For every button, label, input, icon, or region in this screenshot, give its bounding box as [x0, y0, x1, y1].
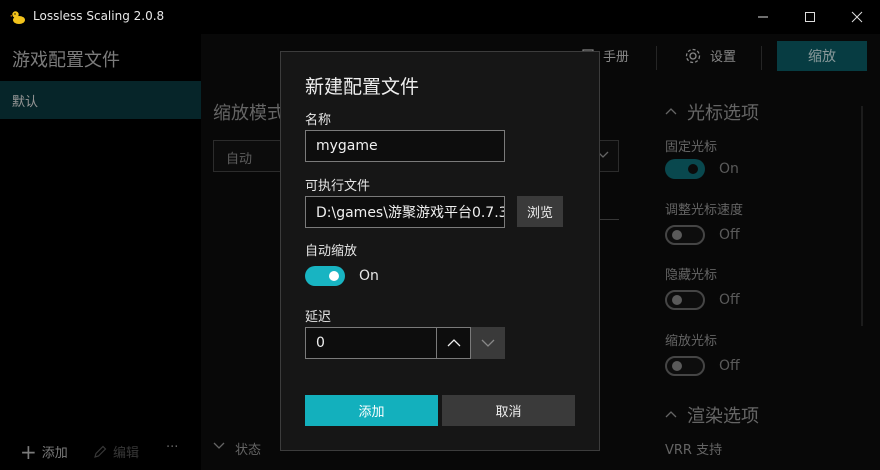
- delay-label: 延迟: [305, 310, 332, 325]
- new-profile-dialog: 新建配置文件 名称 mygame 可执行文件 D:\games\游聚游戏平台0.…: [280, 51, 600, 451]
- name-label: 名称: [305, 113, 332, 128]
- executable-label: 可执行文件: [305, 179, 371, 194]
- maximize-icon: [805, 12, 815, 22]
- chevron-up-icon: [447, 339, 460, 347]
- minimize-button[interactable]: [740, 0, 786, 34]
- increment-button[interactable]: [437, 327, 471, 359]
- title-bar: Lossless Scaling 2.0.8: [0, 0, 880, 34]
- minimize-icon: [758, 16, 768, 18]
- close-button[interactable]: [834, 0, 880, 34]
- delay-input[interactable]: 0: [305, 327, 437, 359]
- cancel-button[interactable]: 取消: [442, 395, 575, 426]
- delay-stepper: 0: [305, 327, 505, 359]
- window-title: Lossless Scaling 2.0.8: [33, 9, 165, 23]
- duck-app-icon: [10, 11, 25, 24]
- add-button[interactable]: 添加: [305, 395, 438, 426]
- auto-scale-toggle[interactable]: [305, 266, 345, 286]
- auto-scale-toggle-row: On: [305, 266, 379, 286]
- name-input[interactable]: mygame: [305, 130, 505, 162]
- chevron-down-icon: [481, 339, 495, 347]
- close-icon: [851, 11, 863, 23]
- decrement-button[interactable]: [471, 327, 505, 359]
- auto-scale-state: On: [359, 268, 379, 284]
- browse-button[interactable]: 浏览: [517, 196, 563, 227]
- dialog-title: 新建配置文件: [305, 76, 420, 98]
- maximize-button[interactable]: [787, 0, 833, 34]
- executable-input[interactable]: D:\games\游聚游戏平台0.7.3: [305, 196, 505, 228]
- auto-scale-label: 自动缩放: [305, 244, 358, 259]
